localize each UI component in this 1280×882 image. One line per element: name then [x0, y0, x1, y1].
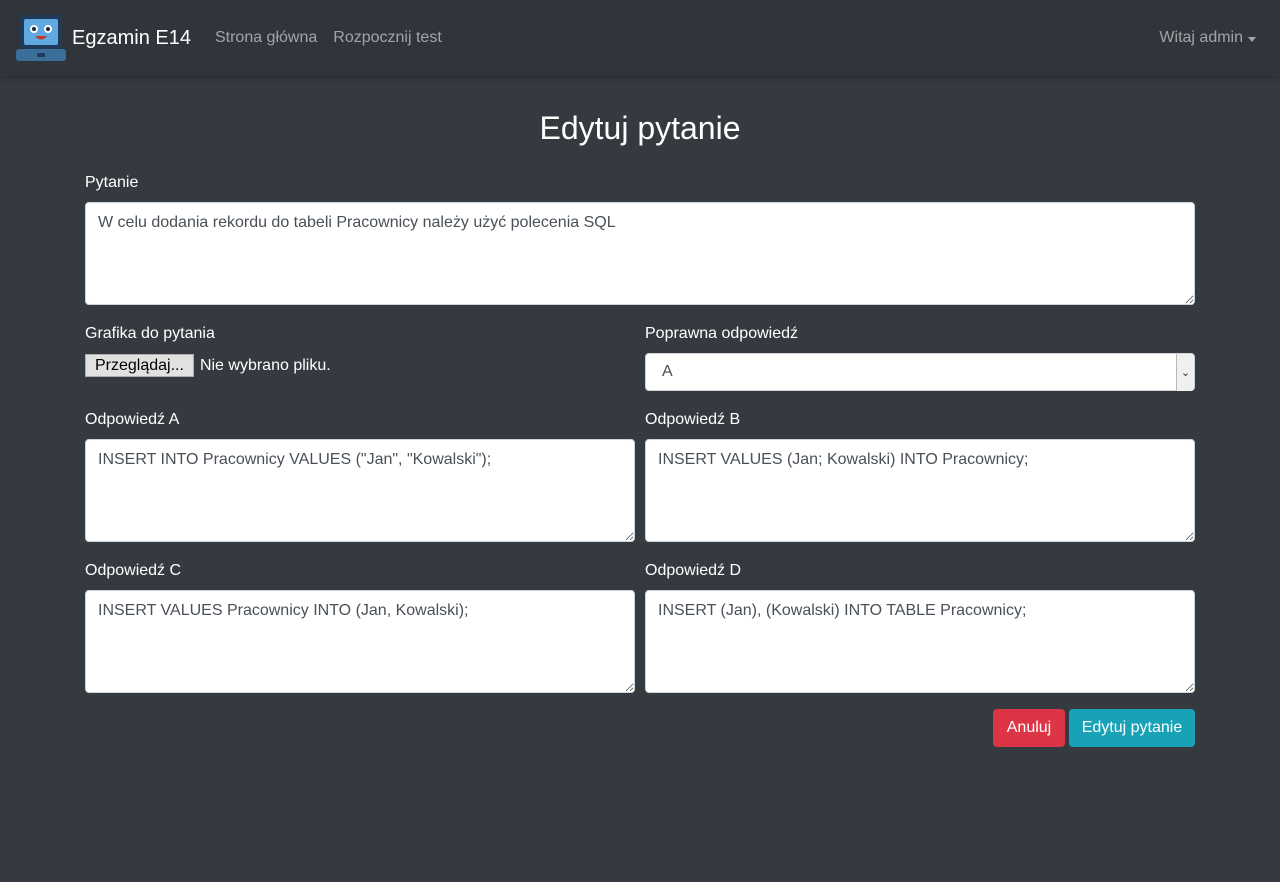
answer-b-label: Odpowiedź B: [645, 411, 741, 428]
nav-link-start-test[interactable]: Rozpocznij test: [325, 29, 450, 47]
user-dropdown[interactable]: Witaj admin: [1159, 29, 1256, 47]
answer-a-label: Odpowiedź A: [85, 411, 180, 428]
navbar: Egzamin E14 Strona główna Rozpocznij tes…: [0, 0, 1280, 76]
answer-d-textarea[interactable]: INSERT (Jan), (Kowalski) INTO TABLE Prac…: [645, 590, 1195, 693]
nav-links: Strona główna Rozpocznij test: [207, 29, 450, 47]
correct-answer-select[interactable]: A ⌄: [645, 353, 1195, 391]
browse-file-button[interactable]: Przeglądaj...: [85, 354, 194, 377]
answer-c-textarea[interactable]: INSERT VALUES Pracownicy INTO (Jan, Kowa…: [85, 590, 635, 693]
caret-down-icon: [1248, 36, 1256, 42]
user-greeting: Witaj admin: [1159, 29, 1243, 46]
brand[interactable]: Egzamin E14: [16, 13, 191, 63]
brand-title: Egzamin E14: [72, 26, 191, 49]
answer-b-textarea[interactable]: INSERT VALUES (Jan; Kowalski) INTO Praco…: [645, 439, 1195, 542]
answer-d-label: Odpowiedź D: [645, 562, 742, 579]
correct-answer-label: Poprawna odpowiedź: [645, 325, 798, 342]
question-label: Pytanie: [85, 174, 139, 191]
answer-a-textarea[interactable]: INSERT INTO Pracownicy VALUES ("Jan", "K…: [85, 439, 635, 542]
correct-answer-value: A: [662, 363, 673, 380]
image-label: Grafika do pytania: [85, 325, 215, 342]
file-input: Przeglądaj... Nie wybrano pliku.: [85, 354, 331, 377]
answer-c-label: Odpowiedź C: [85, 562, 182, 579]
page-title: Edytuj pytanie: [539, 110, 741, 146]
question-textarea[interactable]: W celu dodania rekordu do tabeli Pracown…: [85, 202, 1195, 305]
chevron-down-icon: ⌄: [1176, 354, 1194, 391]
file-status: Nie wybrano pliku.: [199, 356, 331, 374]
cancel-button[interactable]: Anuluj: [993, 709, 1065, 747]
laptop-mascot-icon: [16, 15, 66, 61]
edit-question-button[interactable]: Edytuj pytanie: [1069, 709, 1195, 747]
nav-link-home[interactable]: Strona główna: [207, 29, 325, 47]
